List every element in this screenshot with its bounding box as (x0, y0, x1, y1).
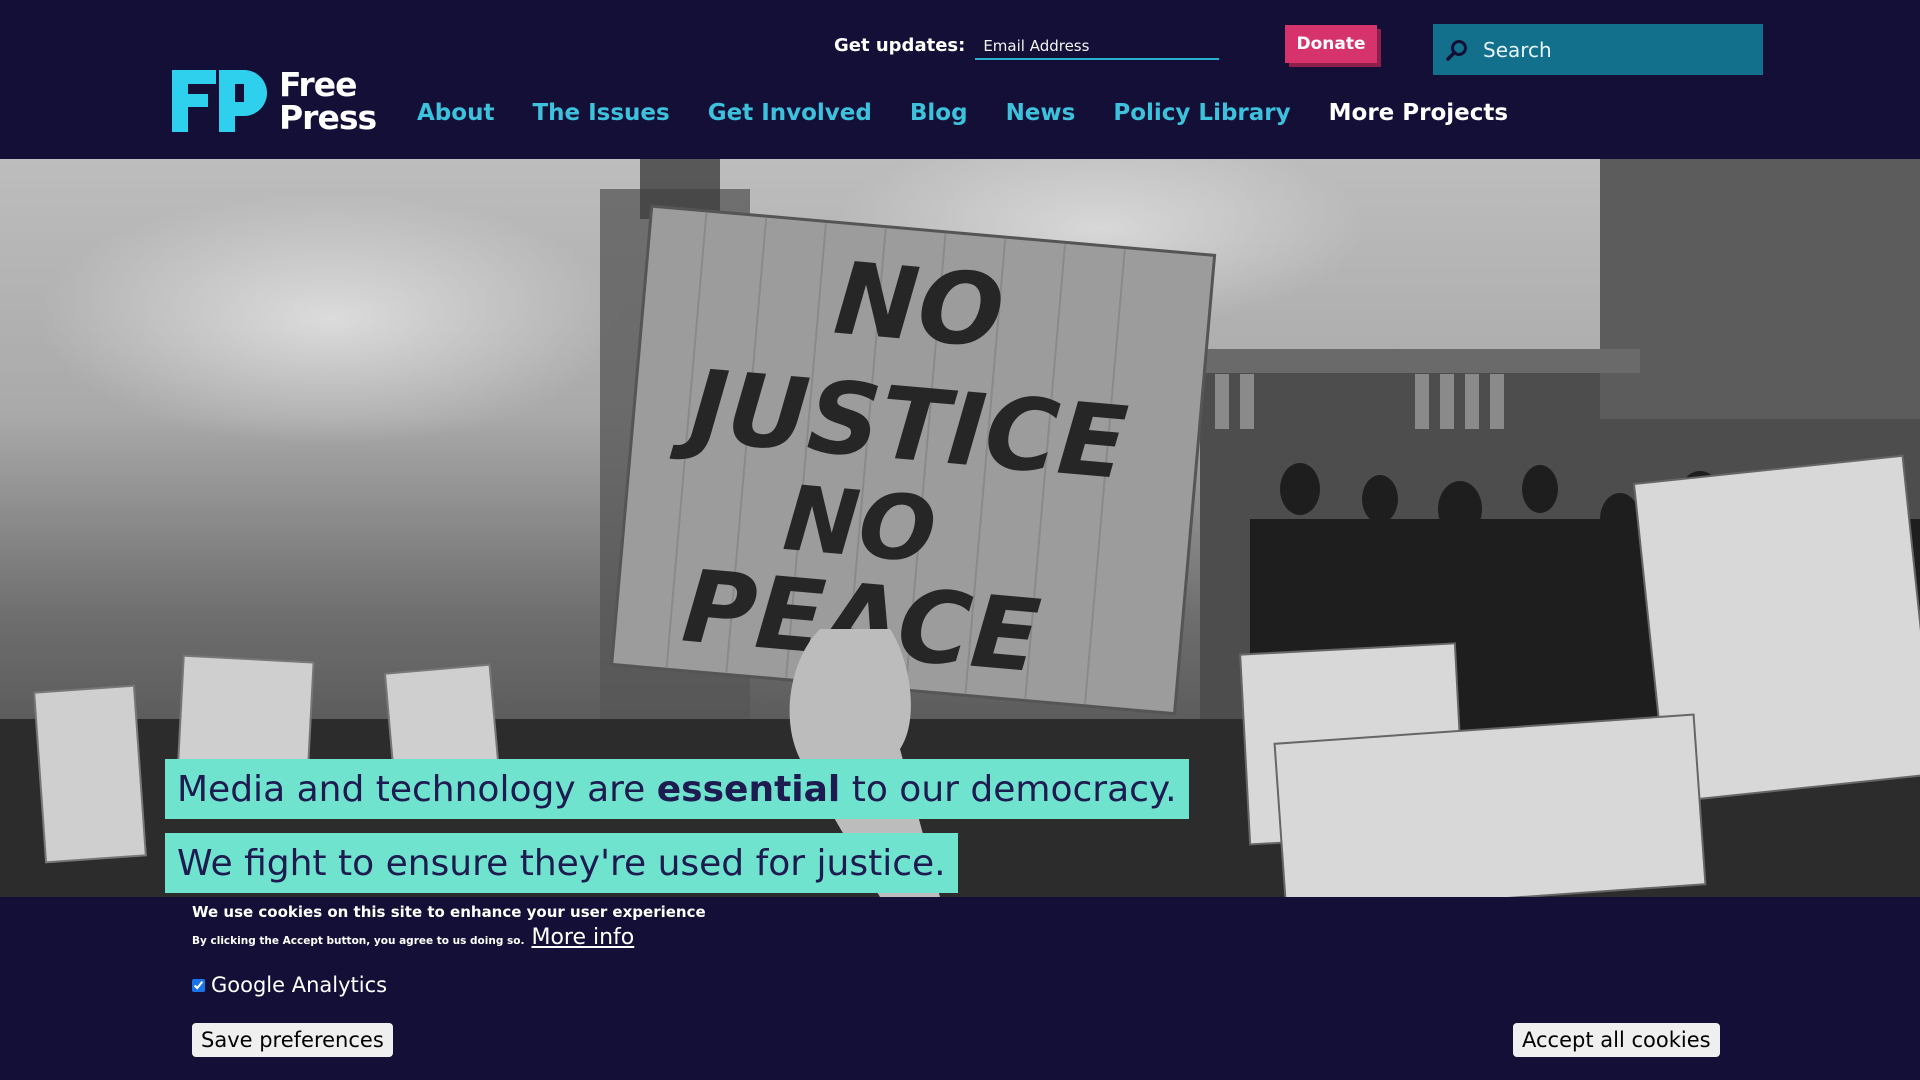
logo-wordmark: Free Press (279, 65, 377, 137)
site-header: Free Press Get updates: Donate About The… (0, 0, 1920, 159)
google-analytics-option[interactable]: Google Analytics (192, 973, 387, 997)
nav-item-about[interactable]: About (417, 100, 494, 126)
tagline-justice: We fight to ensure they're used for just… (165, 833, 958, 893)
sign-line-1: NO (830, 240, 1008, 371)
tagline-1-pre: Media and technology are (177, 768, 646, 810)
nav-item-news[interactable]: News (1006, 100, 1076, 126)
more-info-link[interactable]: More info (531, 925, 634, 950)
google-analytics-label: Google Analytics (211, 973, 388, 997)
nav-item-get-involved[interactable]: Get Involved (708, 100, 872, 126)
nav-item-the-issues[interactable]: The Issues (532, 100, 669, 126)
google-analytics-checkbox[interactable] (192, 978, 205, 992)
nav-item-policy-library[interactable]: Policy Library (1113, 100, 1290, 126)
cookie-title: We use cookies on this site to enhance y… (192, 903, 706, 921)
donate-button[interactable]: Donate (1285, 25, 1377, 63)
search-input[interactable] (1483, 37, 1763, 62)
get-updates-label: Get updates: (834, 34, 966, 56)
nav-item-more-projects[interactable]: More Projects (1329, 100, 1508, 126)
free-press-logo[interactable]: Free Press (172, 65, 377, 137)
cookie-small-text: By clicking the Accept button, you agree… (192, 935, 525, 947)
tagline-democracy: Media and technology are essential to ou… (165, 759, 1189, 819)
cookie-description: By clicking the Accept button, you agree… (192, 925, 634, 950)
search-box[interactable] (1433, 24, 1763, 75)
accept-all-cookies-button[interactable]: Accept all cookies (1513, 1023, 1720, 1057)
search-icon[interactable] (1445, 38, 1469, 62)
main-nav: About The Issues Get Involved Blog News … (417, 100, 1508, 126)
fp-logo-icon (172, 70, 267, 132)
email-signup: Get updates: (834, 30, 1220, 60)
nav-item-blog[interactable]: Blog (910, 100, 968, 126)
logo-line-free: Free (279, 65, 357, 104)
tagline-1-bold: essential (656, 768, 841, 810)
email-address-input[interactable] (975, 30, 1220, 60)
save-preferences-button[interactable]: Save preferences (192, 1023, 393, 1057)
tagline-1-post: to our democracy. (851, 768, 1177, 810)
cookie-consent-bar: We use cookies on this site to enhance y… (0, 897, 1920, 1080)
logo-line-press: Press (279, 98, 377, 137)
